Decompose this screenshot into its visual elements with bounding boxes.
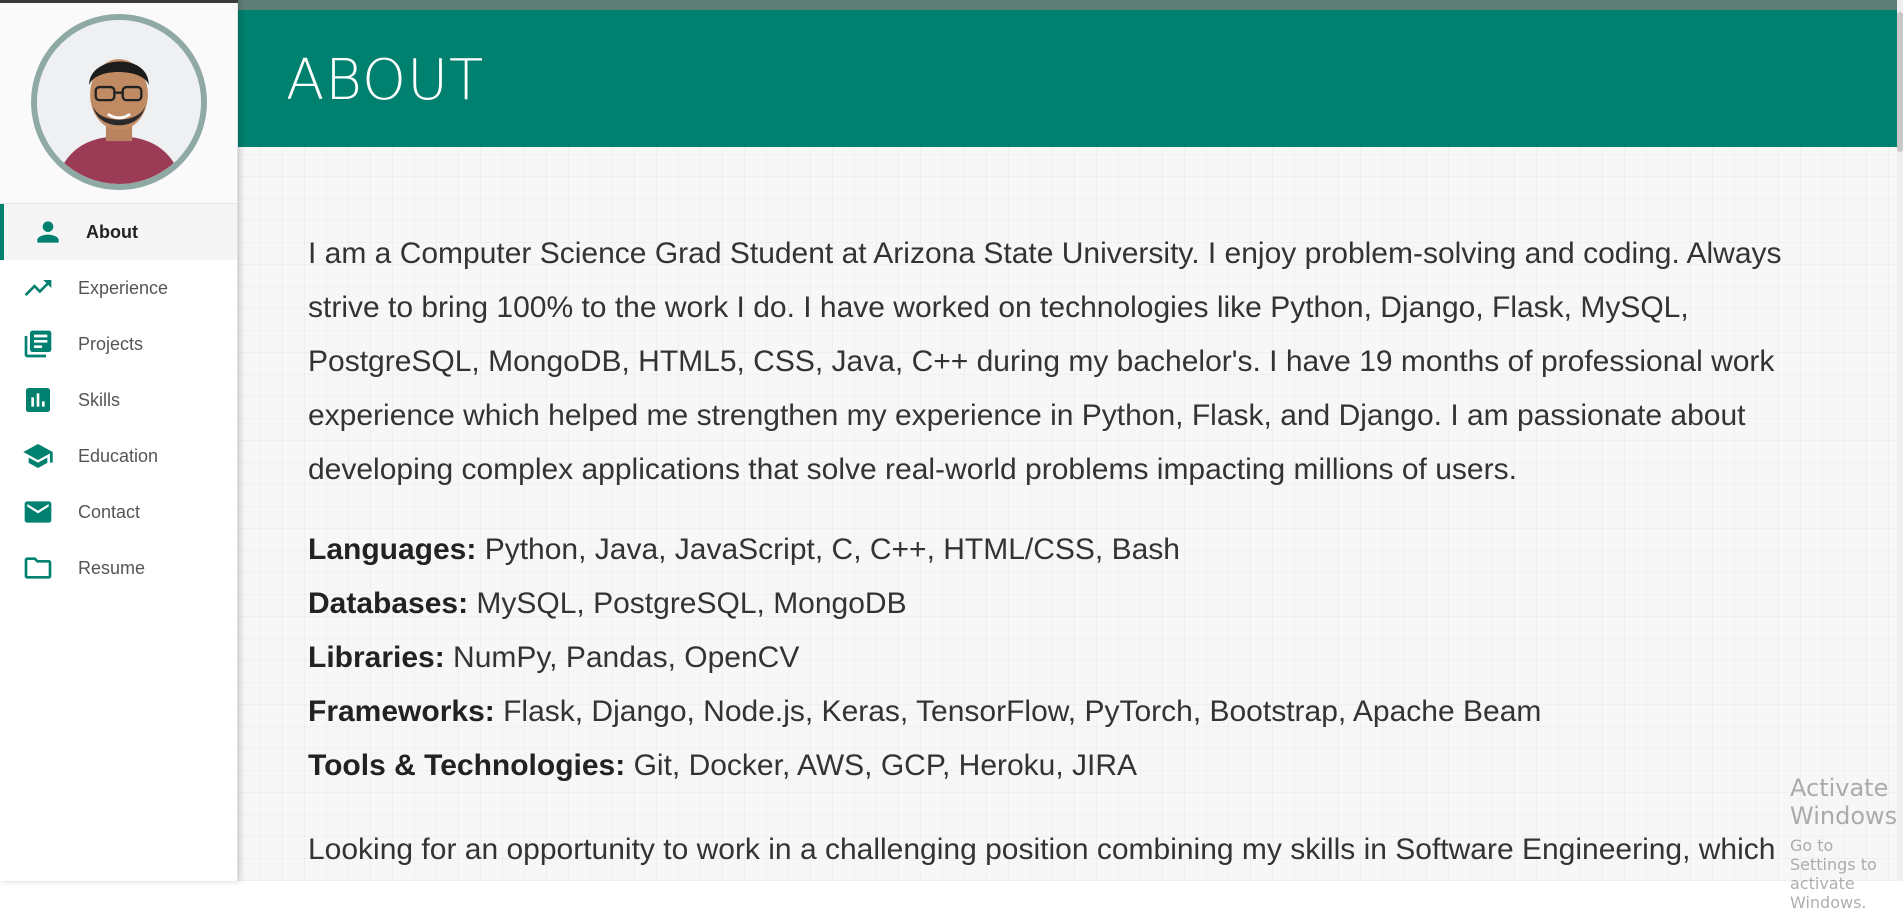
person-icon: [30, 214, 66, 250]
sidebar-item-projects[interactable]: Projects: [0, 316, 237, 372]
scrollbar[interactable]: [1897, 0, 1903, 881]
sidebar-item-contact[interactable]: Contact: [0, 484, 237, 540]
skill-row-languages: Languages: Python, Java, JavaScript, C, …: [308, 523, 1833, 577]
main-content: ABOUT I am a Computer Science Grad Stude…: [238, 0, 1903, 912]
bar-chart-icon: [20, 382, 56, 418]
skill-row-frameworks: Frameworks: Flask, Django, Node.js, Kera…: [308, 685, 1833, 739]
folder-icon: [20, 550, 56, 586]
page-header: ABOUT: [238, 10, 1903, 147]
skills-list: Languages: Python, Java, JavaScript, C, …: [308, 523, 1833, 793]
window-top-border: [0, 0, 238, 3]
skill-label: Tools & Technologies:: [308, 749, 626, 782]
skill-label: Frameworks:: [308, 695, 495, 728]
skill-row-databases: Databases: MySQL, PostgreSQL, MongoDB: [308, 577, 1833, 631]
trending-up-icon: [20, 270, 56, 306]
sidebar-item-resume[interactable]: Resume: [0, 540, 237, 596]
skill-value: MySQL, PostgreSQL, MongoDB: [468, 587, 907, 620]
sidebar-item-label: Projects: [78, 333, 144, 354]
graduation-cap-icon: [20, 438, 56, 474]
about-intro: I am a Computer Science Grad Student at …: [308, 237, 1782, 486]
sidebar-item-skills[interactable]: Skills: [0, 372, 237, 428]
sidebar: About Experience Projects Skills Educati…: [0, 0, 238, 881]
sidebar-item-label: Education: [78, 445, 159, 466]
library-books-icon: [20, 326, 56, 362]
skill-value: Git, Docker, AWS, GCP, Heroku, JIRA: [625, 749, 1138, 782]
scrollbar-thumb[interactable]: [1897, 12, 1903, 152]
watermark-title: Activate Windows: [1790, 774, 1898, 830]
skill-row-libraries: Libraries: NumPy, Pandas, OpenCV: [308, 631, 1833, 685]
sidebar-item-about[interactable]: About: [0, 204, 237, 260]
avatar: [30, 14, 207, 190]
mail-icon: [20, 494, 56, 530]
sidebar-item-label: About: [86, 221, 138, 242]
sidebar-item-label: Resume: [78, 557, 146, 578]
profile-header: [0, 0, 237, 204]
skill-label: Libraries:: [308, 641, 445, 674]
skill-label: Databases:: [308, 587, 469, 620]
sidebar-item-label: Experience: [78, 277, 169, 298]
activate-windows-watermark: Activate Windows Go to Settings to activ…: [1790, 774, 1903, 912]
skill-value: Flask, Django, Node.js, Keras, TensorFlo…: [494, 695, 1542, 728]
about-section: I am a Computer Science Grad Student at …: [238, 147, 1903, 877]
sidebar-item-education[interactable]: Education: [0, 428, 237, 484]
page-title: ABOUT: [286, 48, 485, 113]
about-closing: Looking for an opportunity to work in a …: [308, 833, 1776, 866]
sidebar-item-experience[interactable]: Experience: [0, 260, 237, 316]
skill-label: Languages:: [308, 533, 477, 566]
sidebar-item-label: Skills: [78, 389, 121, 410]
profile-photo: [36, 20, 201, 184]
skill-value: Python, Java, JavaScript, C, C++, HTML/C…: [476, 533, 1180, 566]
skill-value: NumPy, Pandas, OpenCV: [444, 641, 800, 674]
watermark-subtitle: Go to Settings to activate Windows.: [1790, 836, 1877, 912]
sidebar-nav: About Experience Projects Skills Educati…: [0, 204, 237, 596]
sidebar-item-label: Contact: [78, 501, 141, 522]
top-accent-bar: [238, 0, 1903, 10]
skill-row-tools: Tools & Technologies: Git, Docker, AWS, …: [308, 739, 1833, 793]
